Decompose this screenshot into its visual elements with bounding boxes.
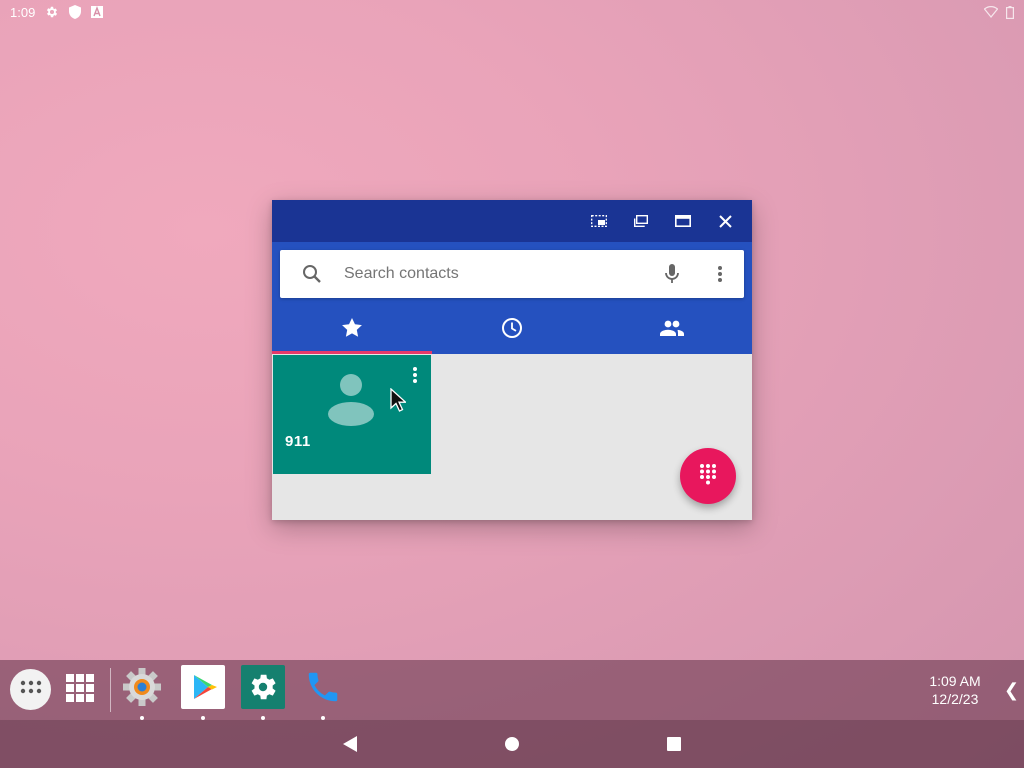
- play-store-button[interactable]: [181, 664, 225, 720]
- windows-grid-icon: [66, 673, 94, 707]
- microphone-icon[interactable]: [648, 250, 696, 298]
- navigation-bar: [0, 720, 1024, 768]
- restore-window-icon[interactable]: [622, 202, 660, 240]
- a-icon: [91, 6, 104, 18]
- taskbar-clock[interactable]: 1:09 AM 12/2/23: [900, 672, 1010, 708]
- search-icon[interactable]: [280, 264, 344, 284]
- overview-button[interactable]: [64, 673, 96, 707]
- app-grid-icon: [20, 680, 42, 699]
- tab-favorites[interactable]: [272, 306, 432, 354]
- people-icon: [660, 320, 684, 341]
- favorite-contact-tile[interactable]: 911: [273, 355, 431, 474]
- settings-button[interactable]: [241, 664, 285, 720]
- gear-icon: [45, 5, 59, 19]
- taskbar-divider: [110, 668, 111, 712]
- app-header: [272, 242, 752, 354]
- app-drawer-button[interactable]: [10, 669, 51, 710]
- back-icon[interactable]: [338, 732, 362, 756]
- contacts-window: 911: [272, 200, 752, 520]
- tab-bar: [272, 306, 752, 354]
- favorites-content: 911: [272, 354, 752, 520]
- search-input[interactable]: [344, 265, 648, 283]
- play-store-icon: [181, 664, 225, 714]
- window-title-bar[interactable]: [272, 200, 752, 242]
- mouse-cursor-icon: [390, 387, 408, 417]
- recents-icon[interactable]: [662, 732, 686, 756]
- dialpad-button[interactable]: [680, 448, 736, 504]
- settings-app-button[interactable]: [120, 667, 164, 720]
- dialpad-icon: [699, 463, 717, 490]
- status-time: 1:09: [10, 4, 36, 20]
- maximize-icon[interactable]: [664, 202, 702, 240]
- settings-gear-icon: [241, 664, 285, 714]
- wifi-icon: [984, 6, 998, 18]
- tray-expand-arrow[interactable]: ❮: [1004, 680, 1019, 701]
- shield-icon: [69, 5, 82, 19]
- phone-icon: [304, 668, 342, 711]
- taskbar: 1:09 AM 12/2/23 ❮: [0, 660, 1024, 720]
- clock-icon: [501, 317, 523, 344]
- star-icon: [342, 318, 362, 342]
- tab-recents[interactable]: [432, 306, 592, 354]
- settings-app-icon: [122, 667, 162, 712]
- search-bar: [280, 250, 744, 298]
- contact-name: 911: [285, 433, 311, 450]
- home-icon[interactable]: [500, 732, 524, 756]
- tab-contacts[interactable]: [592, 306, 752, 354]
- battery-icon: [1006, 5, 1014, 19]
- more-options-icon[interactable]: [696, 250, 744, 298]
- contact-more-options-icon[interactable]: [407, 367, 423, 387]
- picture-in-picture-icon[interactable]: [580, 202, 618, 240]
- clock-date: 12/2/23: [931, 691, 979, 707]
- status-bar: 1:09: [0, 0, 1024, 24]
- person-avatar-icon: [327, 373, 375, 432]
- phone-app-button[interactable]: [301, 667, 345, 720]
- clock-time: 1:09 AM: [929, 673, 981, 689]
- close-icon[interactable]: [706, 202, 744, 240]
